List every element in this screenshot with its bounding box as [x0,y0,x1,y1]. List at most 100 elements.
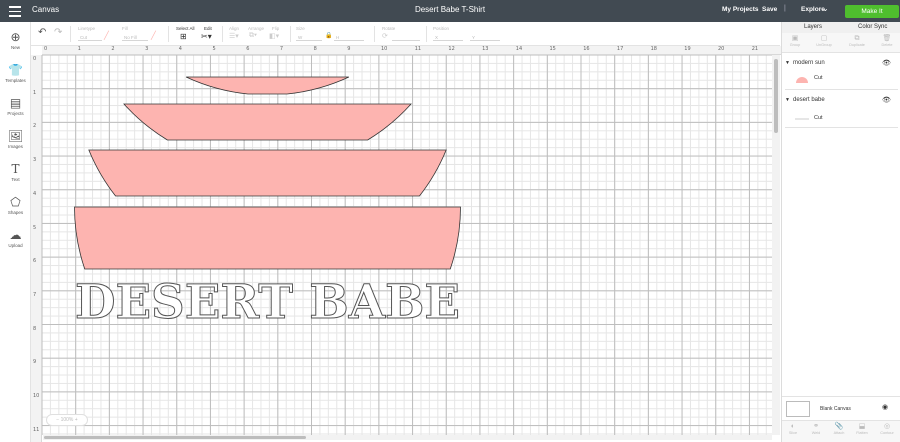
duplicate-button[interactable]: ⧉ Duplicate [846,35,868,47]
toolbar-divider [168,26,169,42]
layer-actions: ▣ Group ▢ UnGroup ⧉ Duplicate 🗑 Delete [782,33,900,53]
layer-operation: Cut [814,75,823,81]
sidebar-item-label: New [10,45,20,50]
weld-icon: ⚭ [813,423,819,430]
flip-icon[interactable]: ◧▾ [269,32,279,40]
size-width-input[interactable]: W [296,34,322,41]
horizontal-scrollbar[interactable] [43,435,772,440]
sidebar-item-shapes[interactable]: ⬠ Shapes [0,195,31,216]
layer-divider [785,127,898,128]
layer-group-header[interactable]: ▼ modern sun 👁 [782,58,900,70]
size-height-input[interactable]: H [334,34,364,41]
sun-band[interactable] [123,103,412,141]
zoom-control[interactable]: − 100% + [46,414,88,426]
blank-canvas-swatch[interactable] [786,401,810,417]
blank-canvas-label: Blank Canvas [820,406,851,412]
slice-label: Slice [788,431,798,435]
toolbar-divider [222,26,223,42]
sidebar-item-upload[interactable]: ☁ Upload [0,228,31,249]
sidebar-item-text[interactable]: T Text [0,162,31,183]
flatten-label: Flatten [856,431,868,435]
flatten-icon: ⬓ [858,423,866,430]
ungroup-button[interactable]: ▢ UnGroup [813,35,835,47]
delete-button[interactable]: 🗑 Delete [876,35,898,47]
group-button[interactable]: ▣ Group [784,35,806,47]
contour-label: Contour [880,431,894,435]
attach-icon: 📎 [834,423,844,430]
sidebar-item-label: Shapes [7,210,24,215]
app-title: Canvas [32,5,60,14]
linetype-select[interactable]: Cut [78,34,102,41]
save-link[interactable]: Save [762,6,777,13]
caret-down-icon[interactable]: ▼ [785,60,790,66]
blank-canvas-row[interactable]: Blank Canvas ◉ [782,396,900,420]
projects-icon: ▤ [9,96,22,110]
layer-group-name: modern sun [793,60,825,66]
chevron-down-icon[interactable]: ⌄ [822,4,829,13]
rotate-label: Rotate [382,26,396,31]
contour-button[interactable]: ◎ Contour [876,423,898,435]
plus-circle-icon: ⊕ [10,30,21,44]
undo-icon[interactable]: ↶ [38,27,46,38]
linetype-color-icon[interactable]: ╱ [104,31,109,40]
edit-icon[interactable]: ✂▾ [201,32,212,41]
arrange-icon[interactable]: ⧉▾ [249,32,257,40]
sun-band[interactable] [185,76,350,95]
tab-color-sync[interactable]: Color Sync [858,24,887,30]
text-icon: T [11,162,20,176]
sun-band[interactable] [74,206,461,270]
fill-select[interactable]: No Fill [122,34,148,41]
separator: | [784,5,786,12]
upload-icon: ☁ [9,228,22,242]
attach-label: Attach [833,431,845,435]
weld-button[interactable]: ⚭ Weld [805,423,827,435]
linetype-label: Linetype [78,26,96,31]
rotate-input[interactable] [392,34,420,41]
tab-layers[interactable]: Layers [804,24,822,30]
layer-item[interactable]: Cut [782,112,900,126]
caret-down-icon[interactable]: ▼ [785,97,790,103]
slice-button[interactable]: ◐ Slice [782,423,804,435]
select-all-icon[interactable]: ⊞ [180,32,187,41]
vertical-scrollbar[interactable] [772,55,780,435]
rotate-icon[interactable]: ⟳ [382,32,388,40]
eye-icon[interactable]: 👁 [882,59,891,67]
modern-sun-shape[interactable] [74,76,461,270]
desert-babe-text[interactable]: DESERT BABE [75,275,461,331]
layer-group-header[interactable]: ▼ desert babe 👁 [782,95,900,107]
make-it-button[interactable]: Make It [845,5,899,18]
fill-color-icon[interactable]: ╱ [151,31,156,40]
layer-item[interactable]: Cut [782,72,900,86]
sidebar-item-label: Projects [7,111,24,116]
position-y-input[interactable]: Y [470,34,500,41]
position-x-input[interactable]: X [433,34,463,41]
design-artwork[interactable]: DESERT BABE [31,46,781,442]
sun-band[interactable] [88,149,447,197]
scroll-thumb[interactable] [44,436,306,439]
sidebar-item-images[interactable]: 🖼 Images [0,130,31,150]
select-all-label: Select All [176,26,195,31]
sidebar-item-templates[interactable]: 👕 Templates [0,64,31,84]
eye-hidden-icon[interactable]: ◉ [882,403,888,411]
sidebar-item-label: Images [8,144,23,149]
scroll-thumb[interactable] [774,59,778,133]
lock-icon[interactable]: 🔒 [325,32,332,39]
layers-panel: Layers Color Sync ▣ Group ▢ UnGroup ⧉ Dupli… [781,22,900,442]
layer-operation: Cut [814,115,823,121]
shapes-icon: ⬠ [10,195,21,209]
sidebar-item-projects[interactable]: ▤ Projects [0,96,31,117]
design-canvas[interactable]: 0 1 2 3 4 5 6 7 8 9 10 11 12 13 14 15 16 17 18 19 20 21 01234… [31,46,781,442]
layer-group-name: desert babe [793,97,825,103]
eye-icon[interactable]: 👁 [882,96,891,104]
sidebar-item-label: Upload [8,243,23,248]
attach-button[interactable]: 📎 Attach [828,423,850,435]
redo-icon[interactable]: ↷ [54,27,62,38]
my-projects-link[interactable]: My Projects [722,6,759,13]
zoom-plus-icon[interactable]: + [73,417,78,423]
flatten-button[interactable]: ⬓ Flatten [851,423,873,435]
duplicate-label: Duplicate [849,43,865,47]
menu-icon[interactable] [9,6,21,17]
align-icon[interactable]: ☰▾ [229,32,239,40]
sidebar-item-new[interactable]: ⊕ New [0,30,31,51]
toolbar-divider [290,26,291,42]
